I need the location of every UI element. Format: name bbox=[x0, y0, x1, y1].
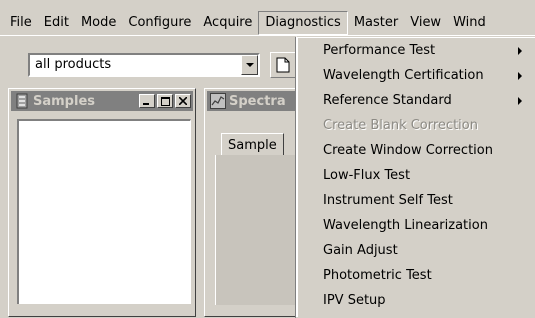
spectra-title: Spectra bbox=[229, 93, 286, 109]
menu-item-low-flux-test[interactable]: Low-Flux Test bbox=[297, 164, 535, 188]
maximize-button[interactable] bbox=[157, 94, 173, 108]
menu-file[interactable]: File bbox=[4, 11, 38, 35]
menu-item-performance-test[interactable]: Performance Test bbox=[297, 39, 535, 63]
spectra-window-icon bbox=[210, 93, 226, 109]
menu-item-instrument-self-test[interactable]: Instrument Self Test bbox=[297, 189, 535, 213]
minimize-button[interactable] bbox=[139, 94, 155, 108]
product-filter-combo[interactable]: all products bbox=[28, 53, 260, 77]
combo-dropdown-button[interactable] bbox=[241, 55, 258, 75]
submenu-arrow-icon bbox=[518, 47, 522, 55]
close-button[interactable] bbox=[175, 94, 191, 108]
chevron-down-icon bbox=[245, 63, 254, 67]
samples-window: Samples bbox=[8, 88, 196, 317]
menu-item-wavelength-linearization[interactable]: Wavelength Linearization bbox=[297, 214, 535, 238]
menu-item-gain-adjust[interactable]: Gain Adjust bbox=[297, 239, 535, 263]
application-window: File Edit Mode Configure Acquire Diagnos… bbox=[0, 0, 535, 318]
menu-mode[interactable]: Mode bbox=[75, 11, 122, 35]
menu-item-label: Gain Adjust bbox=[323, 243, 398, 258]
product-filter-value: all products bbox=[35, 57, 112, 72]
menu-item-label: IPV Setup bbox=[323, 293, 386, 308]
menu-view[interactable]: View bbox=[404, 11, 447, 35]
submenu-arrow-icon bbox=[518, 97, 522, 105]
menu-item-label: Create Window Correction bbox=[323, 143, 493, 158]
menu-item-label: Instrument Self Test bbox=[323, 193, 453, 208]
samples-window-icon bbox=[16, 93, 28, 109]
menu-item-label: Create Blank Correction bbox=[323, 118, 478, 133]
submenu-arrow-icon bbox=[518, 72, 522, 80]
menu-item-label: Reference Standard bbox=[323, 93, 452, 108]
menu-bar: File Edit Mode Configure Acquire Diagnos… bbox=[0, 10, 535, 36]
menu-item-label: Photometric Test bbox=[323, 268, 432, 283]
menu-diagnostics[interactable]: Diagnostics bbox=[258, 10, 348, 35]
maximize-icon bbox=[160, 96, 170, 106]
menu-item-ipv-setup[interactable]: IPV Setup bbox=[297, 289, 535, 313]
menu-edit[interactable]: Edit bbox=[38, 11, 75, 35]
menu-window[interactable]: Wind bbox=[447, 11, 492, 35]
samples-list[interactable] bbox=[17, 119, 191, 304]
new-document-button[interactable] bbox=[270, 52, 296, 78]
menu-item-reference-standard[interactable]: Reference Standard bbox=[297, 89, 535, 113]
diagnostics-menu: Performance Test Wavelength Certification… bbox=[295, 36, 535, 318]
menu-item-wavelength-certification[interactable]: Wavelength Certification bbox=[297, 64, 535, 88]
menu-master[interactable]: Master bbox=[348, 11, 404, 35]
minimize-icon bbox=[143, 103, 149, 105]
menu-item-create-blank-correction: Create Blank Correction bbox=[297, 114, 535, 138]
menu-acquire[interactable]: Acquire bbox=[197, 11, 258, 35]
spectra-content-area bbox=[215, 155, 297, 305]
menu-item-label: Performance Test bbox=[323, 43, 436, 58]
menu-item-photometric-test[interactable]: Photometric Test bbox=[297, 264, 535, 288]
menu-item-label: Wavelength Linearization bbox=[323, 218, 488, 233]
menu-item-label: Low-Flux Test bbox=[323, 168, 411, 183]
menu-configure[interactable]: Configure bbox=[122, 11, 197, 35]
menu-item-create-window-correction[interactable]: Create Window Correction bbox=[297, 139, 535, 163]
new-document-icon bbox=[276, 57, 290, 73]
menu-item-label: Wavelength Certification bbox=[323, 68, 484, 83]
close-icon bbox=[179, 97, 187, 105]
samples-title-bar[interactable]: Samples bbox=[11, 91, 193, 111]
samples-title: Samples bbox=[33, 93, 95, 109]
